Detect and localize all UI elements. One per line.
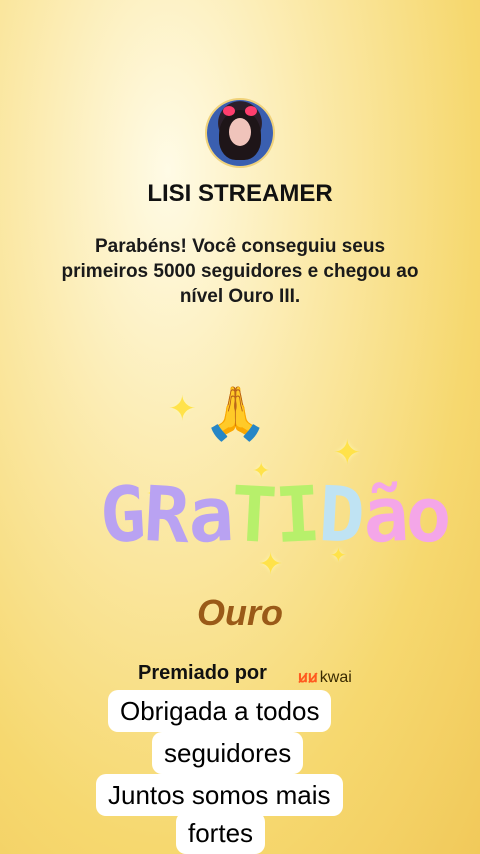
bow-icon xyxy=(245,106,257,116)
sparkle-icon: ✦ xyxy=(333,433,362,473)
sticker-letter: ã xyxy=(360,468,409,561)
level-title: Ouro xyxy=(197,592,283,633)
avatar[interactable] xyxy=(207,100,273,166)
caption-line: fortes xyxy=(176,812,266,854)
praying-hands-icon: 🙏 xyxy=(203,384,268,444)
sticker-letter: R xyxy=(141,468,190,561)
caption-line: seguidores xyxy=(152,732,304,774)
caption-line: Obrigada a todos xyxy=(108,690,332,732)
kwai-brand-name: kwai xyxy=(319,669,352,686)
sticker-letter: D xyxy=(316,468,365,561)
avatar-face xyxy=(229,118,251,146)
sparkle-icon: ✦ xyxy=(168,389,197,429)
gratidao-sticker: GRaTIDão xyxy=(97,468,453,561)
sticker-letter: a xyxy=(185,468,234,561)
bow-icon xyxy=(223,106,235,116)
sticker-letter: o xyxy=(404,468,453,561)
sticker-letter: G xyxy=(97,468,147,561)
kwai-brand: ꞹꞹ kwai xyxy=(298,665,352,687)
streamer-name: LISI STREAMER xyxy=(147,180,333,207)
kwai-logo-icon: ꞹꞹ xyxy=(298,669,318,686)
caption-line: Juntos somos mais xyxy=(96,774,343,816)
congratulation-message: Parabéns! Você conseguiu seus primeiros … xyxy=(61,236,419,307)
sticker-letter: T xyxy=(229,468,278,561)
sticker-letter: I xyxy=(272,468,322,561)
awarded-by-label: Premiado por xyxy=(138,662,267,684)
